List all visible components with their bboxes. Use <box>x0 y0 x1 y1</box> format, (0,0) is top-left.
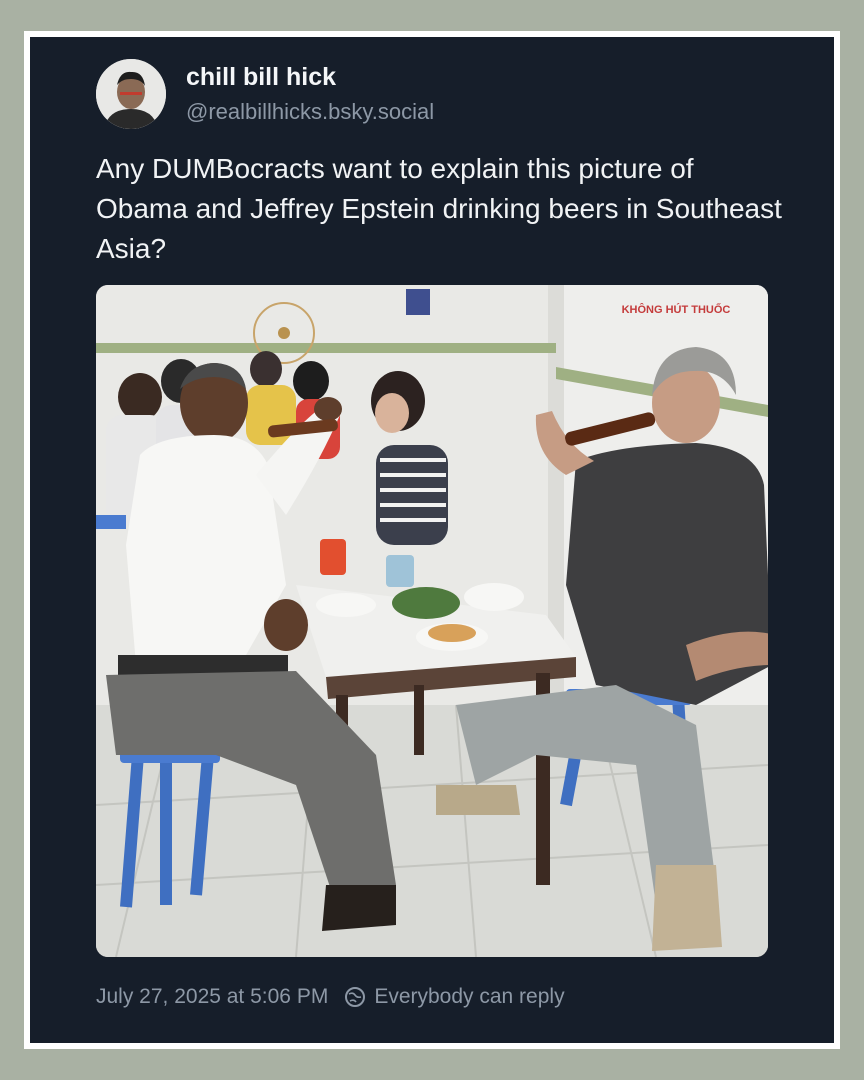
post-card: chill bill hick @realbillhicks.bsky.soci… <box>30 37 834 1043</box>
post-timestamp[interactable]: July 27, 2025 at 5:06 PM <box>96 985 328 1009</box>
post-text: Any DUMBocracts want to explain this pic… <box>96 153 782 264</box>
globe-icon <box>344 986 366 1008</box>
author-display-name[interactable]: chill bill hick <box>186 63 336 92</box>
author-avatar[interactable] <box>96 59 166 129</box>
reply-setting-text[interactable]: Everybody can reply <box>374 985 564 1009</box>
no-smoking-sign-text: KHÔNG HÚT THUỐC <box>622 302 731 316</box>
post-image[interactable]: KHÔNG HÚT THUỐC <box>96 285 768 957</box>
screenshot-frame: chill bill hick @realbillhicks.bsky.soci… <box>24 31 840 1049</box>
author-handle[interactable]: @realbillhicks.bsky.social <box>186 99 434 125</box>
post-meta: July 27, 2025 at 5:06 PM Everybody can r… <box>96 985 565 1009</box>
